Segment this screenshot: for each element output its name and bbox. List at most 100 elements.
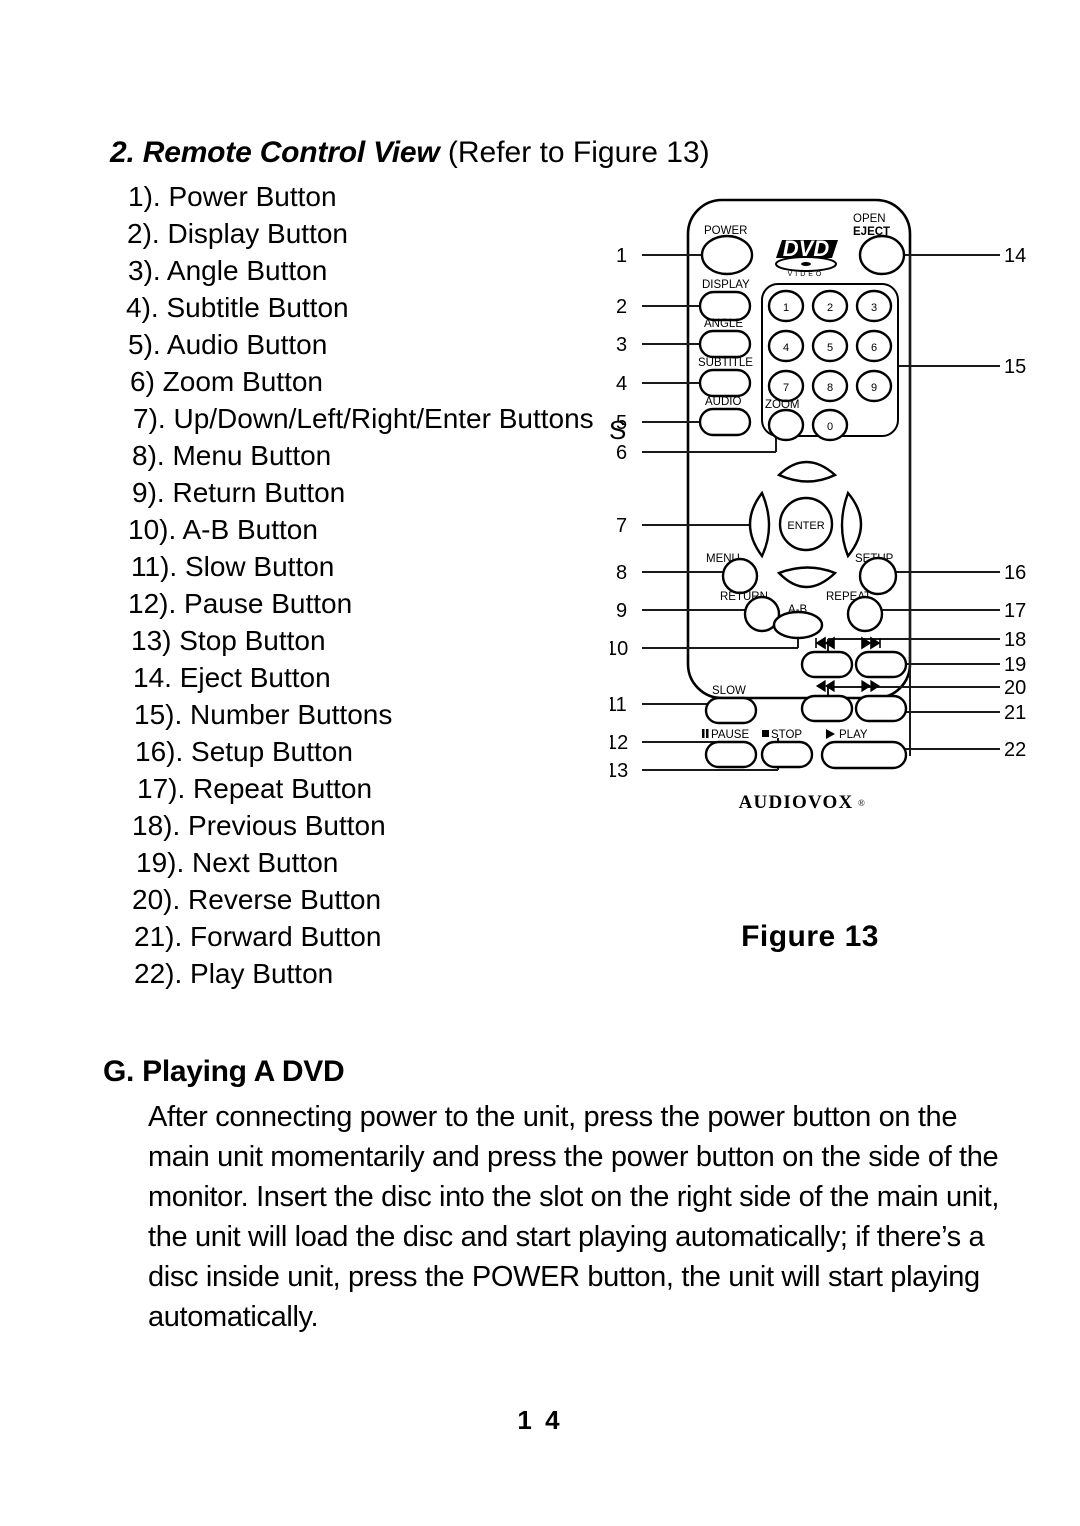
callout-13: 13 [610, 760, 628, 782]
callout-9: 9 [616, 600, 627, 622]
callout-2: 2 [616, 296, 627, 318]
ab-button[interactable] [772, 610, 824, 640]
list-item-number: 20). [132, 884, 181, 915]
callout-numbers-right: 14 15 16 17 18 19 20 21 22 [1004, 245, 1026, 761]
callout-17: 17 [1004, 600, 1026, 622]
callout-20: 20 [1004, 677, 1026, 699]
audio-label: AUDIO [705, 396, 741, 408]
remote-button-list-item: 6) Zoom Button [0, 363, 660, 400]
registered-trademark-icon: ® [858, 798, 865, 808]
remote-button-list-item: 3). Angle Button [0, 252, 660, 289]
key-5-label: 5 [827, 342, 833, 354]
list-item-label: Play Button [182, 958, 334, 989]
callout-7: 7 [616, 515, 627, 537]
play-group[interactable]: PLAY [820, 729, 908, 770]
page-title-bold: 2. Remote Control View [110, 136, 440, 169]
callout-15: 15 [1004, 356, 1026, 378]
key-0-label: 0 [827, 421, 833, 433]
list-item-number: 2). [127, 218, 160, 249]
zoom-button[interactable] [767, 408, 805, 442]
dvd-logo-subtext: VIDEO [788, 271, 825, 278]
list-item-number: 5). [128, 329, 161, 360]
remote-button-list-item: 19). Next Button [0, 844, 660, 881]
enter-label: ENTER [787, 520, 824, 532]
reverse-button[interactable] [800, 694, 854, 723]
audio-button[interactable] [698, 407, 752, 437]
remote-button-list-item: 4). Subtitle Button [0, 289, 660, 326]
list-item-label: Next Button [184, 847, 339, 878]
page-title: 2. Remote Control View (Refer to Figure … [110, 136, 710, 169]
play-button[interactable] [820, 740, 908, 770]
repeat-button[interactable] [846, 595, 884, 633]
callout-16: 16 [1004, 562, 1026, 584]
pause-icon-bar-2 [706, 729, 709, 738]
stop-label: STOP [771, 729, 802, 741]
list-item-number: 10). [128, 514, 177, 545]
remote-button-list-item: 5). Audio Button [0, 326, 660, 363]
list-item-label: Previous Button [180, 810, 386, 841]
slow-button[interactable] [704, 696, 758, 725]
list-item-number: 4). [126, 292, 159, 323]
key-9-label: 9 [871, 382, 877, 394]
subtitle-label: SUBTITLE [698, 357, 753, 369]
playing-dvd-body: After connecting power to the unit, pres… [148, 1097, 1010, 1337]
list-item-number: 6) [130, 366, 155, 397]
figure-caption: Figure 13 [741, 920, 879, 953]
list-item-number: 18). [132, 810, 181, 841]
callout-14: 14 [1004, 245, 1026, 267]
list-item-label: Zoom Button [154, 366, 323, 397]
angle-button[interactable] [698, 329, 752, 359]
callout-3: 3 [616, 334, 627, 356]
key-3-label: 3 [871, 302, 877, 314]
forward-button[interactable] [854, 694, 908, 723]
list-item-label: Subtitle Button [158, 292, 349, 323]
callout-19: 19 [1004, 654, 1026, 676]
remote-button-list-item: 15). Number Buttons [0, 696, 660, 733]
stop-button[interactable] [760, 740, 814, 769]
open-label: OPEN [853, 213, 886, 225]
previous-button[interactable] [800, 650, 854, 679]
key-8-label: 8 [827, 382, 833, 394]
list-item-number: 17). [137, 773, 186, 804]
key-6-label: 6 [871, 342, 877, 354]
remote-button-list-item: 17). Repeat Button [0, 770, 660, 807]
next-button[interactable] [854, 650, 908, 679]
play-label: PLAY [839, 729, 868, 741]
callout-1: 1 [616, 245, 627, 267]
stop-icon [762, 730, 769, 737]
remote-button-list-item: 11). Slow Button [0, 548, 660, 585]
key-1-label: 1 [783, 302, 789, 314]
list-item-number: 12). [128, 588, 177, 619]
display-button[interactable] [698, 290, 752, 322]
list-item-number: 15). [134, 699, 183, 730]
eject-button[interactable] [858, 234, 906, 276]
list-item-label: Return Button [164, 477, 346, 508]
play-icon [826, 729, 835, 739]
list-item-label: Stop Button [171, 625, 326, 656]
pause-group[interactable]: PAUSE [702, 729, 758, 769]
menu-button[interactable] [721, 557, 759, 595]
callout-4: 4 [616, 373, 627, 395]
pause-button[interactable] [704, 740, 758, 769]
callout-18: 18 [1004, 629, 1026, 651]
remote-button-list-item: 18). Previous Button [0, 807, 660, 844]
list-item-label: Slow Button [177, 551, 335, 582]
list-item-label: Reverse Button [180, 884, 382, 915]
slow-label: SLOW [712, 685, 746, 697]
subtitle-button[interactable] [698, 368, 752, 398]
setup-button[interactable] [858, 556, 898, 596]
remote-button-list-item: 7). Up/Down/Left/Right/Enter Buttons [0, 400, 660, 437]
callout-12: 12 [610, 732, 628, 754]
remote-button-list-item: 22). Play Button [0, 955, 660, 992]
remote-button-list-item: 1). Power Button [0, 178, 660, 215]
power-button[interactable] [700, 234, 754, 276]
remote-button-list-item: 14. Eject Button [0, 659, 660, 696]
list-item-label: Audio Button [160, 329, 328, 360]
list-item-number: 1). [128, 181, 161, 212]
playing-dvd-paragraph: After connecting power to the unit, pres… [148, 1101, 1000, 1333]
list-item-label: Menu Button [164, 440, 332, 471]
stop-group[interactable]: STOP [760, 729, 814, 769]
list-item-label: Power Button [160, 181, 337, 212]
callout-11: 11 [610, 694, 627, 716]
key-2-label: 2 [827, 302, 833, 314]
